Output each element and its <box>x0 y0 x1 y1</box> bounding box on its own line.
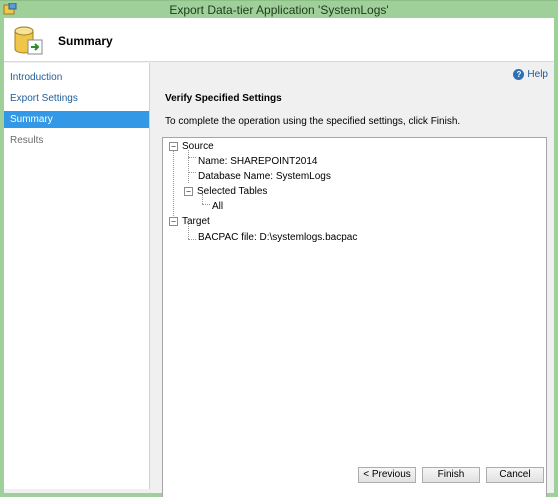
help-label: Help <box>527 69 548 80</box>
tree-node-source[interactable]: Source <box>182 141 214 153</box>
collapse-toggle-source[interactable]: − <box>169 142 178 151</box>
tree-item-database-name[interactable]: Database Name: SystemLogs <box>198 171 331 183</box>
tree-node-selected-tables[interactable]: Selected Tables <box>197 186 267 198</box>
settings-tree[interactable]: − Source Name: SHAREPOINT2014 Database N… <box>162 137 547 497</box>
nav-item-export-settings[interactable]: Export Settings <box>4 90 149 107</box>
nav-item-introduction[interactable]: Introduction <box>4 69 149 86</box>
wizard-footer: < Previous Finish Cancel <box>152 459 554 489</box>
summary-panel: ? Help Verify Specified Settings To comp… <box>152 63 554 497</box>
tree-node-target[interactable]: Target <box>182 216 210 228</box>
help-link[interactable]: ? Help <box>513 69 548 80</box>
nav-item-summary[interactable]: Summary <box>4 111 149 128</box>
cancel-button[interactable]: Cancel <box>486 467 544 483</box>
collapse-toggle-target[interactable]: − <box>169 217 178 226</box>
collapse-toggle-selected-tables[interactable]: − <box>184 187 193 196</box>
title-bar[interactable]: Export Data-tier Application 'SystemLogs… <box>0 0 558 18</box>
section-title: Verify Specified Settings <box>165 93 282 104</box>
header-title: Summary <box>58 34 113 48</box>
tree-item-all[interactable]: All <box>212 201 223 213</box>
export-wizard-window: Export Data-tier Application 'SystemLogs… <box>0 0 558 497</box>
tree-item-name[interactable]: Name: SHAREPOINT2014 <box>198 156 318 168</box>
help-icon: ? <box>513 69 525 80</box>
tree-item-bacpac-file[interactable]: BACPAC file: D:\systemlogs.bacpac <box>198 232 357 244</box>
finish-button[interactable]: Finish <box>422 467 480 483</box>
database-export-icon <box>14 26 43 55</box>
previous-button[interactable]: < Previous <box>358 467 416 483</box>
nav-item-results: Results <box>10 135 44 146</box>
instruction-text: To complete the operation using the spec… <box>165 116 461 127</box>
wizard-nav-sidebar: Introduction Export Settings Summary Res… <box>4 63 150 489</box>
window-title: Export Data-tier Application 'SystemLogs… <box>169 3 389 17</box>
wizard-header: Summary <box>4 18 554 62</box>
